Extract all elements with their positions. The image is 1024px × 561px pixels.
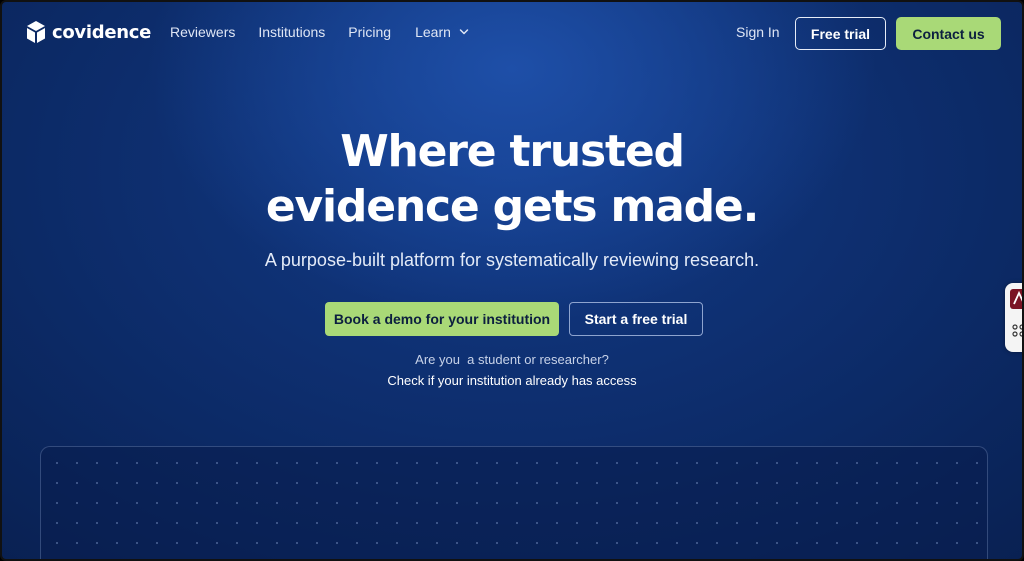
dots-icon: [1012, 324, 1022, 337]
nav-link-reviewers[interactable]: Reviewers: [170, 24, 235, 40]
cube-logo-icon: [27, 21, 45, 43]
nav-link-learn-label: Learn: [415, 24, 451, 40]
start-free-trial-button[interactable]: Start a free trial: [569, 302, 703, 336]
hero-subtitle: A purpose-built platform for systematica…: [264, 250, 760, 270]
contact-us-button[interactable]: Contact us: [896, 17, 1001, 50]
sign-in-link[interactable]: Sign In: [736, 24, 780, 40]
hero-heading-line-1: Where trusted: [340, 126, 685, 177]
book-demo-button[interactable]: Book a demo for your institution: [325, 302, 559, 336]
top-navigation: covidence Reviewers Institutions Pricing…: [2, 2, 1022, 64]
check-access-link[interactable]: Check if your institution already has ac…: [2, 373, 1022, 388]
free-trial-button[interactable]: Free trial: [795, 17, 886, 50]
hero-heading-line-2: evidence gets made.: [265, 181, 759, 232]
chevron-down-icon: [459, 29, 469, 35]
side-extension-widget[interactable]: [1005, 283, 1022, 352]
brand-name: covidence: [52, 21, 152, 43]
nav-link-learn[interactable]: Learn: [415, 24, 469, 40]
nav-link-institutions[interactable]: Institutions: [258, 24, 325, 40]
hero-heading: Where trusted evidence gets made.: [2, 124, 1022, 234]
browser-viewport: covidence Reviewers Institutions Pricing…: [0, 0, 1024, 561]
nav-link-pricing[interactable]: Pricing: [348, 24, 391, 40]
pdf-extension-icon: [1010, 289, 1022, 309]
product-preview-panel: [40, 446, 988, 559]
brand-logo[interactable]: covidence: [26, 20, 151, 44]
main-nav-links: Reviewers Institutions Pricing Learn: [170, 24, 469, 40]
student-question-text: Are you a student or researcher?: [415, 352, 609, 367]
